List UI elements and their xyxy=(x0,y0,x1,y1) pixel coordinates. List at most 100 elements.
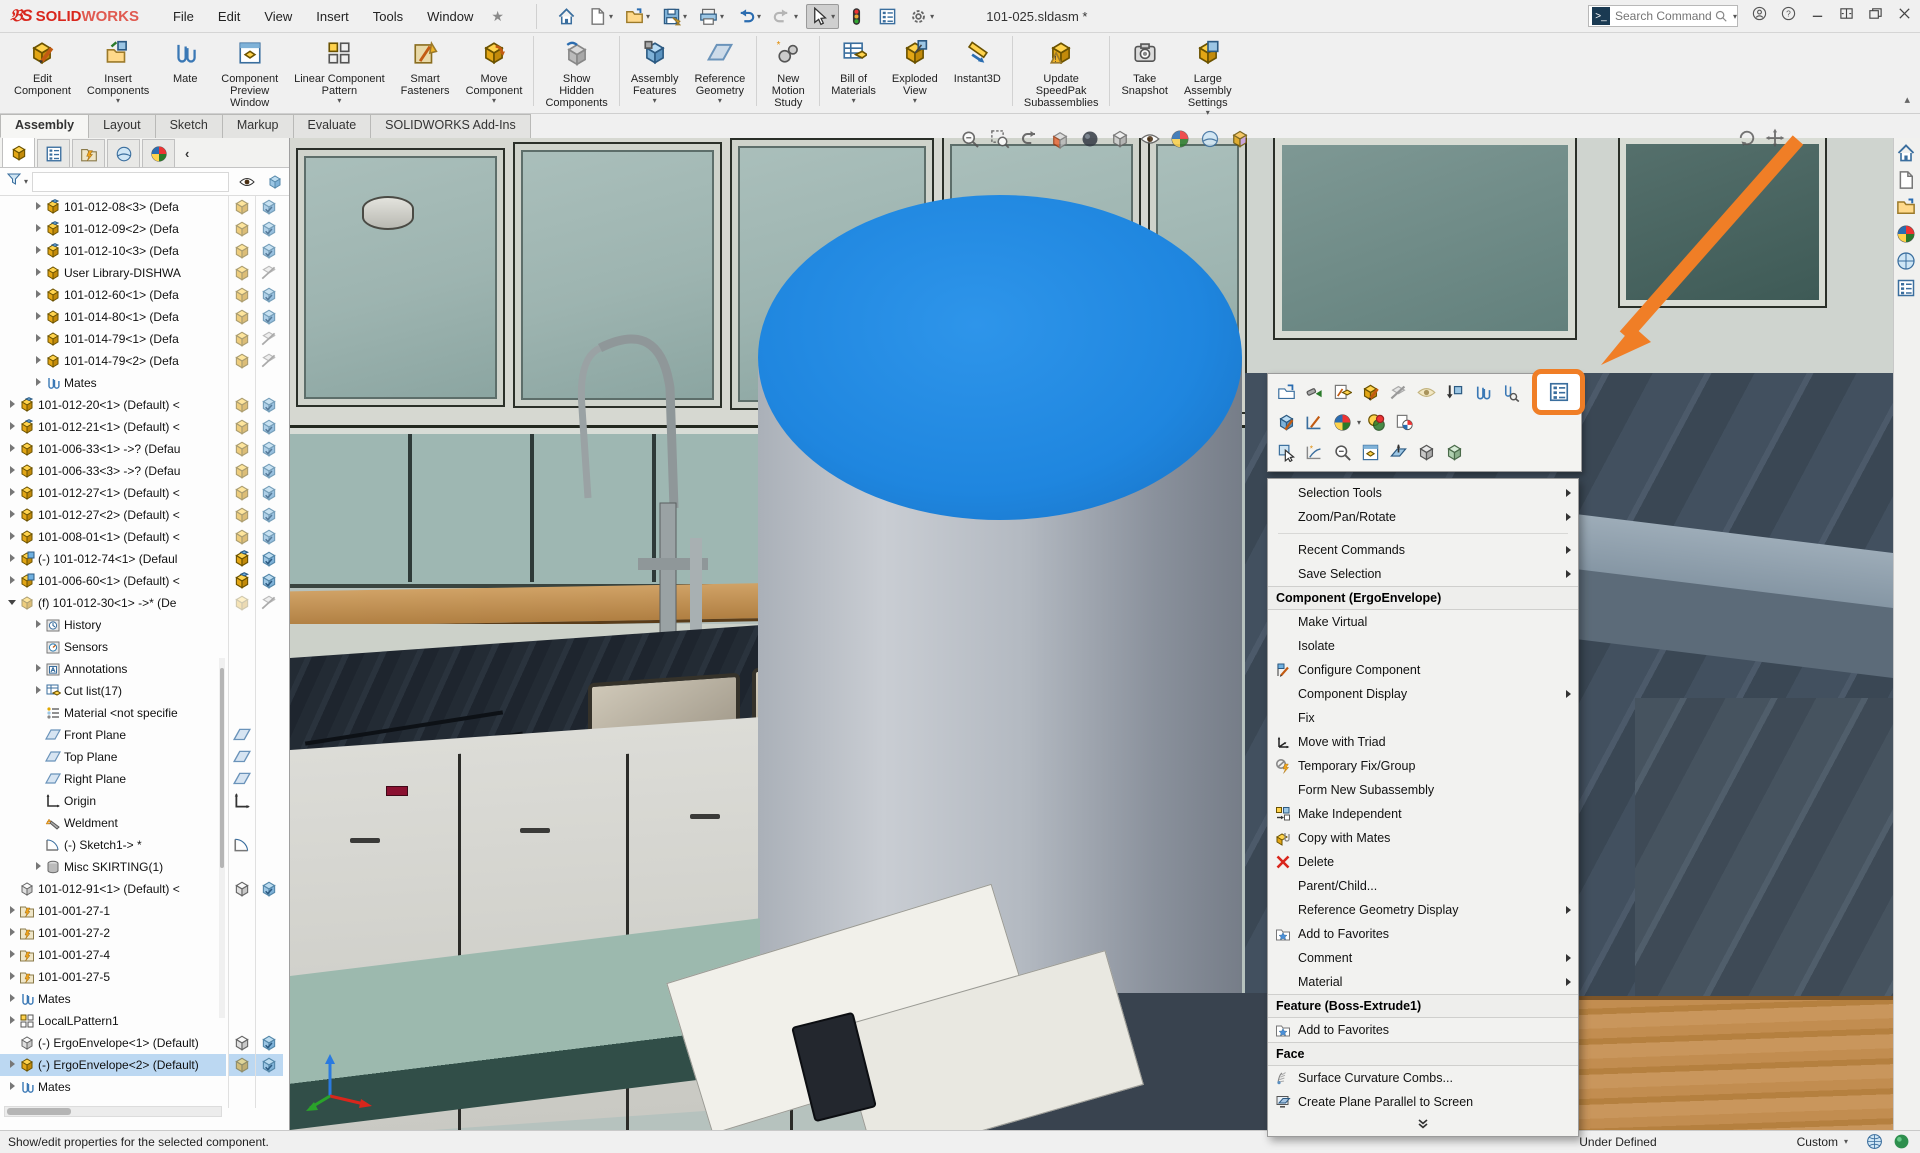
display-state-cell-icon[interactable] xyxy=(260,484,278,502)
visibility-cell-icon[interactable] xyxy=(233,880,251,898)
tree-item[interactable]: Misc SKIRTING(1) xyxy=(0,856,226,878)
pan-view-icon[interactable] xyxy=(1765,128,1789,150)
trimetric-view-button[interactable] xyxy=(1440,439,1468,465)
display-state-cell-icon[interactable] xyxy=(260,880,278,898)
menu-item-reference-geometry-display[interactable]: Reference Geometry Display xyxy=(1268,898,1578,922)
linear-pattern-button[interactable]: Linear Component Pattern▾ xyxy=(286,35,393,119)
display-state-cell-icon[interactable] xyxy=(260,396,278,414)
visibility-cell-icon[interactable] xyxy=(233,440,251,458)
tree-item[interactable]: 101-012-27<2> (Default) < xyxy=(0,504,226,526)
visibility-cell-icon[interactable] xyxy=(233,330,251,348)
display-state-cell-icon[interactable] xyxy=(260,352,278,370)
show-hidden-button[interactable]: Show Hidden Components xyxy=(537,35,615,119)
tree-item[interactable]: 101-012-09<2> (Defa xyxy=(0,218,226,240)
custom-display-state-select[interactable]: Custom ▾ xyxy=(1797,1135,1848,1149)
display-state-cell-icon[interactable] xyxy=(260,286,278,304)
display-state-cell-icon[interactable] xyxy=(260,242,278,260)
menu-edit[interactable]: Edit xyxy=(206,5,252,28)
zoom-area-icon[interactable] xyxy=(988,128,1012,150)
visibility-cell-icon[interactable] xyxy=(233,572,251,590)
menu-item-add-to-favorites[interactable]: Add to Favorites xyxy=(1268,922,1578,946)
expand-arrow-icon[interactable] xyxy=(8,1016,18,1026)
insert-components-button[interactable]: Insert Components▾ xyxy=(79,35,157,119)
display-state-cell-icon[interactable] xyxy=(260,308,278,326)
zoom-fit-icon[interactable] xyxy=(958,128,982,150)
visibility-cell-icon[interactable] xyxy=(233,242,251,260)
visibility-cell-icon[interactable] xyxy=(233,264,251,282)
menu-item-configure-component[interactable]: Configure Component xyxy=(1268,658,1578,682)
move-component-button[interactable]: Move Component▾ xyxy=(458,35,531,119)
menu-item-surface-curvature-combs[interactable]: Surface Curvature Combs... xyxy=(1268,1066,1578,1090)
select-other-button[interactable] xyxy=(1272,439,1300,465)
view-mates-button[interactable] xyxy=(1496,379,1524,405)
tree-item[interactable]: Annotations xyxy=(0,658,226,680)
menu-item-delete[interactable]: Delete xyxy=(1268,850,1578,874)
proplist-button[interactable] xyxy=(874,4,901,29)
snapshot-button[interactable]: Take Snapshot xyxy=(1113,35,1175,119)
panel-collapse-icon[interactable]: ‹ xyxy=(185,146,189,161)
visibility-cell-icon[interactable] xyxy=(233,396,251,414)
menu-item-move-with-triad[interactable]: Move with Triad xyxy=(1268,730,1578,754)
dropdown-caret-icon[interactable]: ▾ xyxy=(913,97,917,105)
expand-arrow-icon[interactable] xyxy=(8,928,18,938)
display-state-cell-icon[interactable] xyxy=(260,440,278,458)
tp-doc-icon[interactable] xyxy=(1896,170,1918,192)
large-assembly-button[interactable]: Large Assembly Settings▾ xyxy=(1176,35,1240,119)
expand-arrow-icon[interactable] xyxy=(34,290,44,300)
tree-item[interactable]: 101-014-79<2> (Defa xyxy=(0,350,226,372)
tree-item[interactable]: Front Plane xyxy=(0,724,226,746)
show-hidden-ctx-button[interactable] xyxy=(1412,379,1440,405)
component-preview-button[interactable]: Component Preview Window xyxy=(213,35,286,119)
filter-funnel-icon[interactable] xyxy=(6,171,22,192)
motion-study-button[interactable]: *New Motion Study xyxy=(760,35,816,119)
edit-part-button[interactable] xyxy=(1356,379,1384,405)
tree-item[interactable]: (-) Sketch1-> * xyxy=(0,834,226,856)
expand-arrow-icon[interactable] xyxy=(8,422,18,432)
open-part-button[interactable] xyxy=(1272,379,1300,405)
tile-windows-button[interactable] xyxy=(1839,6,1854,26)
visibility-cell-icon[interactable] xyxy=(233,506,251,524)
visibility-cell-icon[interactable] xyxy=(233,770,251,788)
menu-item-selection-tools[interactable]: Selection Tools xyxy=(1268,481,1578,505)
menu-tools[interactable]: Tools xyxy=(361,5,415,28)
section-view-icon[interactable] xyxy=(1048,128,1072,150)
dropdown-caret-icon[interactable]: ▾ xyxy=(653,97,657,105)
material-multi-button[interactable] xyxy=(1362,409,1390,435)
expand-arrow-icon[interactable] xyxy=(8,444,18,454)
tree-item[interactable]: 101-001-27-4 xyxy=(0,944,226,966)
tp-folder-icon[interactable] xyxy=(1896,197,1918,219)
copy-appearance-button[interactable] xyxy=(1390,409,1418,435)
search-commands-box[interactable]: >_ ▾ xyxy=(1588,5,1738,27)
hide-show-icon[interactable] xyxy=(1138,128,1162,150)
filter-input[interactable] xyxy=(32,172,229,192)
tp-palette-icon[interactable] xyxy=(1896,224,1918,246)
expand-arrow-icon[interactable] xyxy=(8,994,18,1004)
display-state-cell-icon[interactable] xyxy=(260,198,278,216)
tree-item[interactable]: 101-006-60<1> (Default) < xyxy=(0,570,226,592)
panel-tab-display[interactable] xyxy=(142,139,175,167)
visibility-cell-icon[interactable] xyxy=(233,220,251,238)
menu-expand-chevron-icon[interactable] xyxy=(1268,1114,1578,1134)
display-state-cell-icon[interactable] xyxy=(260,594,278,612)
insert-below-button[interactable] xyxy=(1440,379,1468,405)
minimize-button[interactable] xyxy=(1810,6,1825,26)
tab-layout[interactable]: Layout xyxy=(88,114,156,138)
exploded-view-button[interactable]: Exploded View▾ xyxy=(884,35,946,119)
visibility-cell-icon[interactable] xyxy=(233,462,251,480)
menu-item-material[interactable]: Material xyxy=(1268,970,1578,994)
panel-tab-properties[interactable] xyxy=(37,139,70,167)
panel-tab-configurations[interactable] xyxy=(72,139,105,167)
tree-item[interactable]: (-) ErgoEnvelope<1> (Default) xyxy=(0,1032,226,1054)
menu-item-add-to-favorites[interactable]: Add to Favorites xyxy=(1268,1018,1578,1042)
visibility-cell-icon[interactable] xyxy=(233,594,251,612)
menu-item-zoom-pan-rotate[interactable]: Zoom/Pan/Rotate xyxy=(1268,505,1578,529)
expand-arrow-icon[interactable] xyxy=(8,1082,18,1092)
dropdown-caret-icon[interactable]: ▾ xyxy=(1206,109,1210,117)
visibility-cell-icon[interactable] xyxy=(233,418,251,436)
newdoc-button[interactable]: ▾ xyxy=(584,4,617,29)
restore-button[interactable] xyxy=(1868,6,1883,26)
display-state-cell-icon[interactable] xyxy=(260,1056,278,1074)
tab-assembly[interactable]: Assembly xyxy=(0,114,89,138)
visibility-cell-icon[interactable] xyxy=(233,308,251,326)
edit-assembly-button[interactable] xyxy=(1328,379,1356,405)
